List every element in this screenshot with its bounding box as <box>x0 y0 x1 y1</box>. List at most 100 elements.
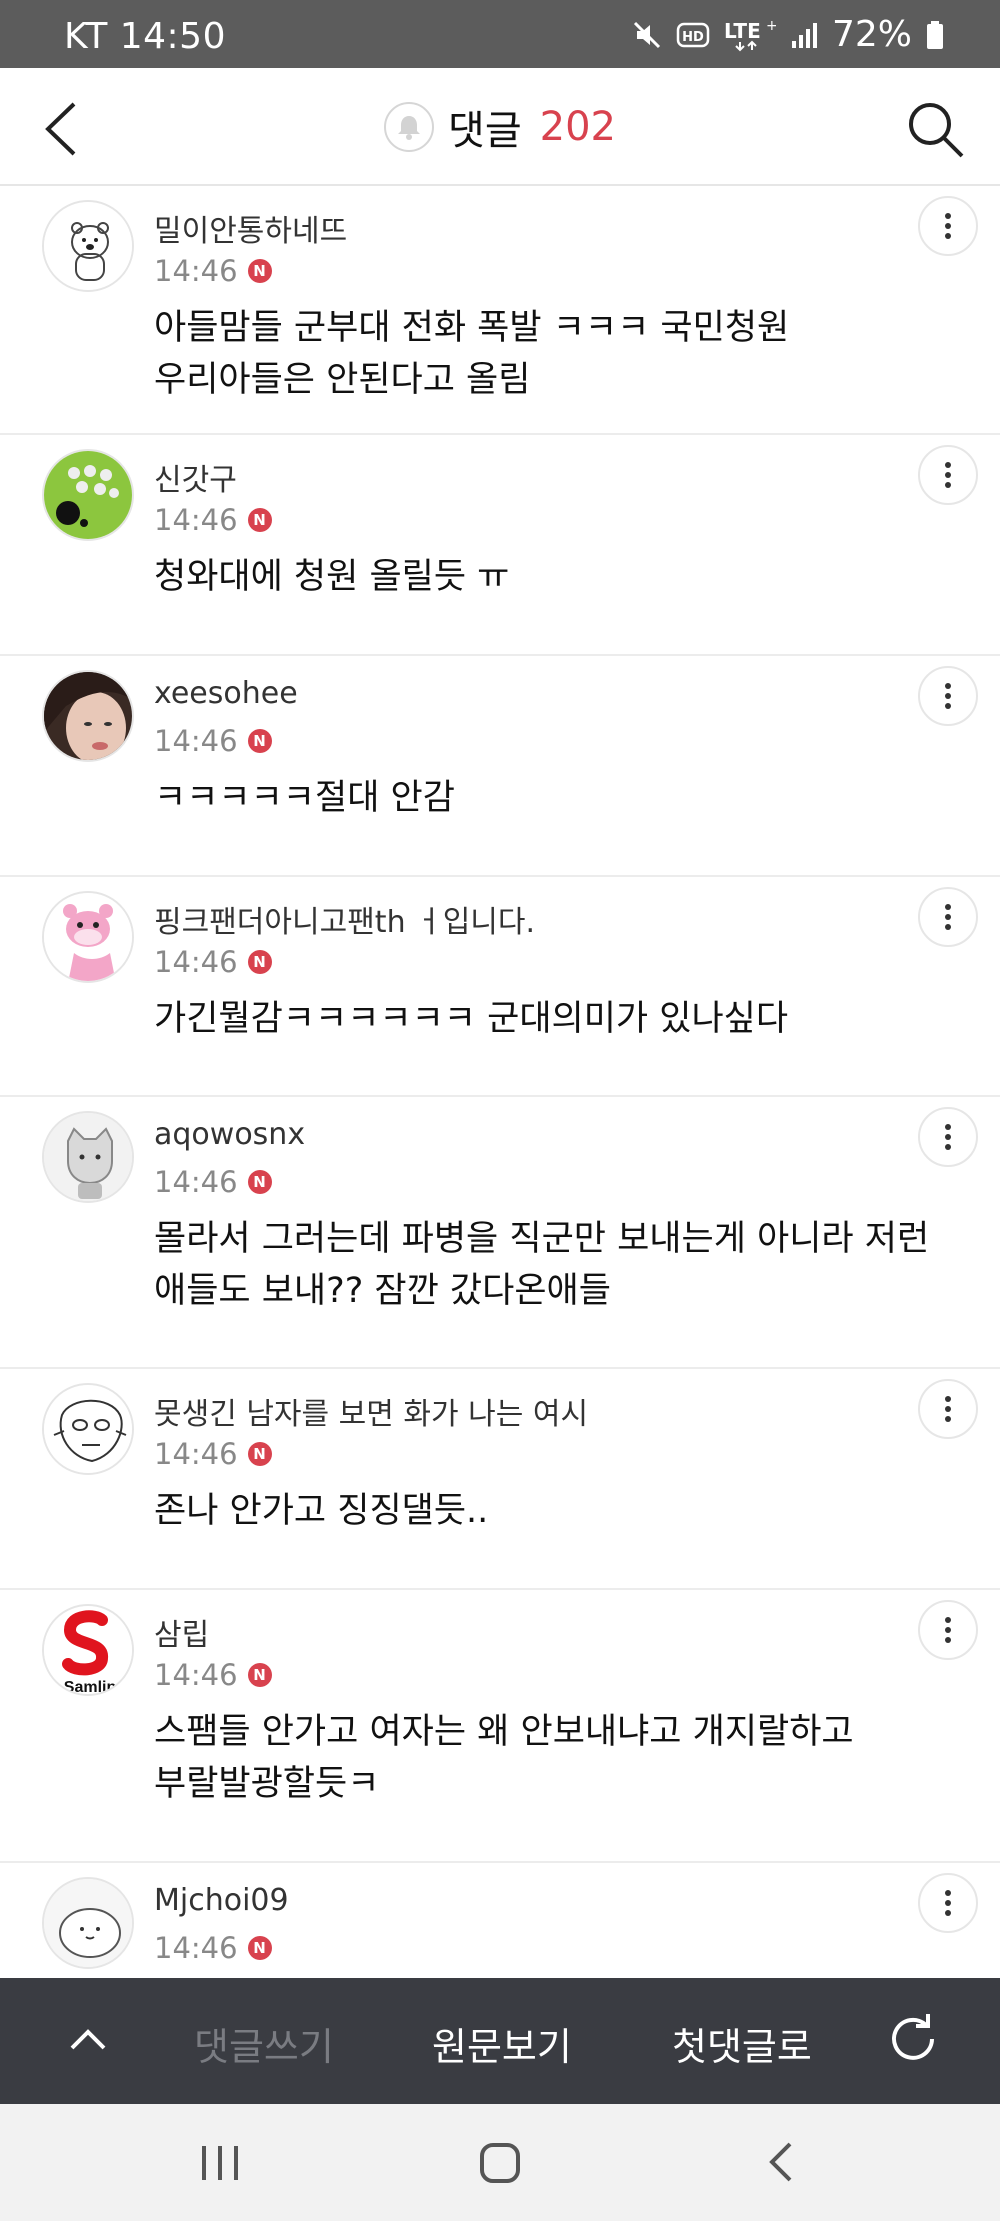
comment-meta: 14:46 N <box>154 1437 272 1471</box>
more-options-button[interactable] <box>918 445 978 505</box>
comments-count: 202 <box>539 104 616 150</box>
comment-line: 아들맘들 군부대 전화 폭발 ㅋㅋㅋ 국민청원 <box>154 308 790 348</box>
comment-time: 14:46 <box>154 1437 238 1471</box>
comment-username[interactable]: 못생긴 남자를 보면 화가 나는 여시 <box>154 1389 588 1433</box>
comment-item: aqowosnx 14:46 N 몰라서 그러는데 파병을 직군만 보내는게 아… <box>0 1097 1000 1369</box>
comment-item: 신갓구 14:46 N 청와대에 청원 올릴듯 ㅠ <box>0 435 1000 656</box>
comment-meta: 14:46 N <box>154 1658 272 1692</box>
hd-icon: HD <box>676 22 710 47</box>
comments-title: 댓글 <box>448 108 522 154</box>
new-badge: N <box>247 729 272 753</box>
avatar[interactable] <box>42 891 134 983</box>
more-options-button[interactable] <box>918 666 978 726</box>
more-vertical-icon <box>945 213 951 239</box>
recent-apps-icon <box>202 2146 238 2180</box>
more-options-button[interactable] <box>918 1600 978 1660</box>
comment-username[interactable]: aqowosnx <box>154 1117 305 1152</box>
comment-item: xeesohee 14:46 N ㅋㅋㅋㅋㅋ절대 안감 <box>0 656 1000 877</box>
comment-text: ㅋㅋㅋㅋㅋ절대 안감 <box>154 772 934 824</box>
comment-line: 애들도 보내?? 잠깐 갔다온애들 <box>154 1271 611 1311</box>
refresh-icon <box>892 2014 934 2060</box>
avatar[interactable] <box>42 200 134 292</box>
comment-list[interactable]: 밀이안통하네뜨 14:46 N 아들맘들 군부대 전화 폭발 ㅋㅋㅋ 국민청원 … <box>0 186 1000 1978</box>
refresh-button[interactable] <box>884 2010 942 2068</box>
status-icons: HD LTE + 72% <box>632 14 944 55</box>
avatar[interactable] <box>42 449 134 541</box>
comment-line: 가긴뭘감ㅋㅋㅋㅋㅋㅋ 군대의미가 있나싶다 <box>154 999 789 1039</box>
page-title: 댓글 202 <box>0 98 1000 156</box>
back-arrow-icon <box>769 2142 792 2182</box>
more-options-button[interactable] <box>918 196 978 256</box>
comment-time: 14:46 <box>154 724 238 758</box>
comment-time: 14:46 <box>154 1931 238 1965</box>
more-vertical-icon <box>945 904 951 930</box>
battery-icon <box>927 20 943 49</box>
new-badge: N <box>247 1170 272 1194</box>
comment-username[interactable]: xeesohee <box>154 676 298 711</box>
write-comment-button[interactable]: 댓글쓰기 <box>194 2016 334 2071</box>
avatar[interactable] <box>42 1383 134 1475</box>
comment-username[interactable]: Mjchoi09 <box>154 1883 289 1918</box>
lte-icon: LTE + <box>724 18 776 51</box>
cat-avatar <box>44 1113 132 1201</box>
comment-meta: 14:46 N <box>154 724 272 758</box>
recent-apps-button[interactable] <box>196 2140 244 2186</box>
more-vertical-icon <box>945 462 951 488</box>
new-badge: N <box>247 950 272 974</box>
home-icon <box>480 2143 520 2183</box>
comment-time: 14:46 <box>154 945 238 979</box>
new-badge: N <box>247 1442 272 1466</box>
comment-username[interactable]: 신갓구 <box>154 455 237 499</box>
comment-time: 14:46 <box>154 503 238 537</box>
more-vertical-icon <box>945 1890 951 1916</box>
avatar[interactable]: Samlip <box>42 1604 134 1696</box>
comment-username[interactable]: 밀이안통하네뜨 <box>154 206 347 250</box>
more-vertical-icon <box>945 1396 951 1422</box>
avatar[interactable] <box>42 1877 134 1969</box>
bottom-action-bar: 댓글쓰기 원문보기 첫댓글로 <box>0 1978 1000 2104</box>
comment-meta: 14:46 N <box>154 1931 272 1965</box>
comment-line: 존나 안가고 징징댈듯.. <box>154 1491 489 1531</box>
bell-icon <box>398 116 421 140</box>
search-button[interactable] <box>904 98 966 160</box>
more-options-button[interactable] <box>918 1873 978 1933</box>
more-options-button[interactable] <box>918 887 978 947</box>
more-options-button[interactable] <box>918 1107 978 1167</box>
status-bar: KT 14:50 HD LTE + 72% <box>0 0 1000 68</box>
pink-panther-avatar <box>44 893 132 981</box>
notification-toggle[interactable] <box>384 102 435 152</box>
comment-time: 14:46 <box>154 1658 238 1692</box>
first-comment-button[interactable]: 첫댓글로 <box>672 2016 812 2071</box>
more-options-button[interactable] <box>918 1379 978 1439</box>
comment-text: 아들맘들 군부대 전화 폭발 ㅋㅋㅋ 국민청원 우리아들은 안된다고 올림 <box>154 302 934 406</box>
comment-line: 스팸들 안가고 여자는 왜 안보내냐고 개지랄하고 <box>154 1712 854 1752</box>
more-vertical-icon <box>945 1617 951 1643</box>
chevron-up-icon <box>70 2029 106 2050</box>
new-badge: N <box>247 1663 272 1687</box>
green-field-avatar <box>44 451 132 539</box>
comment-text: 존나 안가고 징징댈듯.. <box>154 1485 934 1537</box>
system-back-button[interactable] <box>760 2138 800 2186</box>
carrier-time: KT 14:50 <box>64 16 226 57</box>
battery-percent: 72% <box>831 14 912 55</box>
svg-text:+: + <box>766 18 776 34</box>
portrait-avatar <box>44 672 132 760</box>
white-creature-avatar <box>44 1879 132 1967</box>
svg-text:Samlip: Samlip <box>64 1679 117 1696</box>
comment-text: 가긴뭘감ㅋㅋㅋㅋㅋㅋ 군대의미가 있나싶다 <box>154 993 934 1045</box>
svg-text:LTE: LTE <box>724 19 761 43</box>
avatar[interactable] <box>42 1111 134 1203</box>
comment-username[interactable]: 삼립 <box>154 1610 209 1654</box>
app-header: 댓글 202 <box>0 68 1000 186</box>
view-original-button[interactable]: 원문보기 <box>432 2016 572 2071</box>
sketch-face-avatar <box>44 1385 132 1473</box>
comment-meta: 14:46 N <box>154 1165 272 1199</box>
comment-time: 14:46 <box>154 254 238 288</box>
polar-bear-avatar <box>44 202 132 290</box>
home-button[interactable] <box>476 2140 524 2186</box>
comment-username[interactable]: 핑크팬더아니고팬th ㅓ입니다. <box>154 897 535 941</box>
avatar[interactable] <box>42 670 134 762</box>
comment-text: 스팸들 안가고 여자는 왜 안보내냐고 개지랄하고 부랄발광할듯ㅋ <box>154 1706 934 1810</box>
comment-meta: 14:46 N <box>154 254 272 288</box>
scroll-top-button[interactable] <box>62 2014 114 2066</box>
